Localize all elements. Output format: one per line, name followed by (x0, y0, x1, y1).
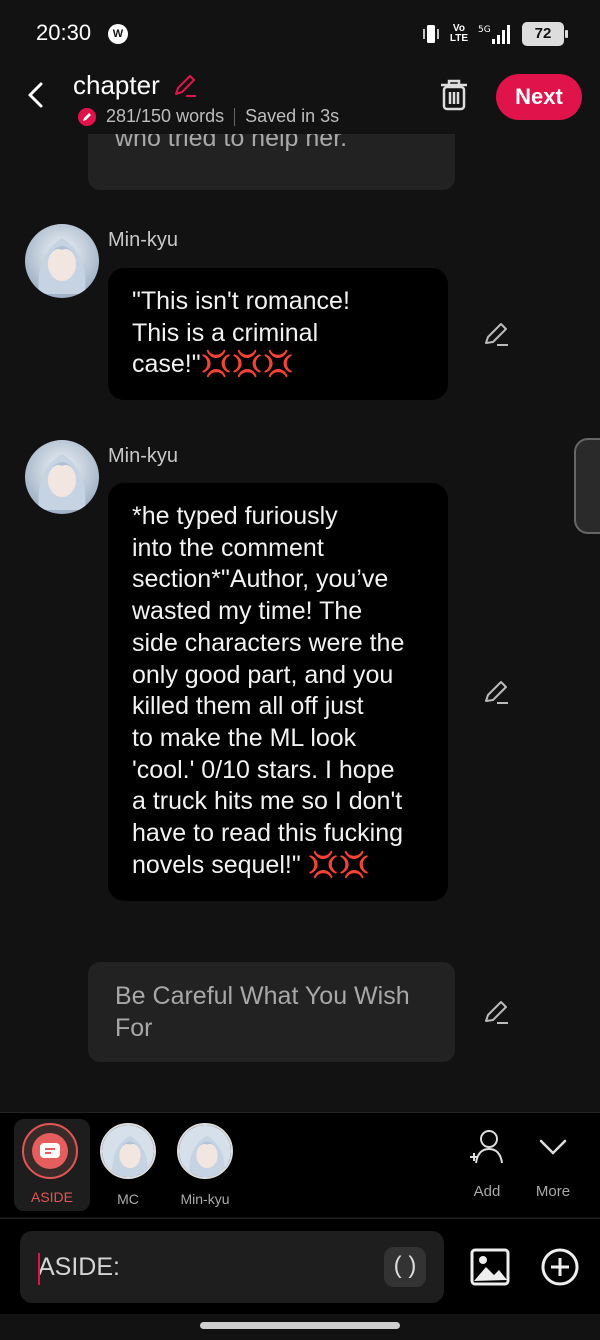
more-button[interactable]: More (521, 1125, 585, 1205)
status-bar: 20:30 W Vo LTE 5G 72 (0, 0, 600, 66)
pencil-badge-icon (78, 107, 96, 126)
character-chip-mc[interactable]: MC (90, 1121, 166, 1213)
dialogue-line: section*"Author, you’ve (132, 565, 389, 594)
character-name: Min-kyu (108, 229, 179, 251)
edit-message-icon[interactable] (483, 998, 511, 1026)
dialogue-line: *he typed furiously (132, 502, 338, 530)
character-chip-min-kyu[interactable]: Min-kyu (167, 1121, 243, 1213)
dialogue-bubble[interactable]: "This isn't romance! This is a criminal … (108, 268, 448, 400)
dialogue-line: "This isn't romance! (132, 287, 350, 315)
aside-selector[interactable]: ASIDE (14, 1119, 90, 1211)
chapter-title[interactable]: chapter (73, 70, 160, 101)
composer: ASIDE: ( ) (0, 1218, 600, 1315)
volte-icon: Vo LTE (449, 23, 468, 44)
dialogue-line: case!"💢💢💢 (132, 350, 295, 379)
dialogue-line: have to read this fucking (132, 819, 403, 848)
chapter-content: who tried to help her. Min-kyu "This isn… (0, 134, 600, 1110)
avatar (100, 1123, 156, 1179)
dialogue-line: a truck hits me so I don't (132, 787, 403, 816)
dialogue-line: to make the ML look (132, 723, 357, 752)
add-circle-icon[interactable] (540, 1247, 580, 1287)
character-selector: ASIDE MC Min-kyu Add More (0, 1112, 600, 1217)
input-prefix: ASIDE: (38, 1253, 120, 1281)
aside-message[interactable]: Be Careful What You Wish For (88, 962, 455, 1062)
dialogue-line: 'cool.' 0/10 stars. I hope (132, 755, 395, 784)
message-input[interactable]: ASIDE: ( ) (20, 1231, 444, 1303)
aside-message[interactable]: who tried to help her. (88, 134, 455, 190)
dialogue-line: wasted my time! The (132, 597, 363, 626)
clock: 20:30 (36, 20, 92, 45)
word-count: 281/150 words (106, 106, 225, 126)
image-icon[interactable] (470, 1247, 510, 1287)
dialogue-bubble[interactable]: *he typed furiously into the comment sec… (108, 483, 448, 901)
avatar[interactable] (25, 224, 99, 298)
character-name: Min-kyu (108, 445, 179, 467)
editor-header: chapter 281/150 words Saved in 3s Next (0, 66, 600, 134)
battery-icon: 72 (522, 22, 568, 46)
dialogue-line: novels sequel!" 💢💢 (132, 850, 370, 879)
aside-text: who tried to help her. (115, 134, 348, 152)
edit-title-icon[interactable] (172, 72, 198, 98)
dialogue-line: killed them all off just (132, 692, 364, 721)
save-status: Saved in 3s (245, 106, 340, 126)
divider (234, 107, 236, 126)
gesture-bar (0, 1314, 600, 1340)
dialogue-line: side characters were the (132, 628, 405, 657)
signal-5g-icon: 5G (478, 25, 510, 44)
dialogue-line: This is a criminal (132, 318, 319, 347)
vibrate-icon (423, 25, 439, 43)
avatar[interactable] (25, 440, 99, 514)
parenthesis-button[interactable]: ( ) (384, 1247, 426, 1287)
more-label: More (535, 1183, 571, 1200)
back-arrow-icon[interactable] (22, 80, 52, 110)
avatar (177, 1123, 233, 1179)
aside-selector-label: ASIDE (30, 1189, 73, 1205)
add-label: Add (473, 1183, 501, 1200)
aside-avatar (22, 1123, 78, 1179)
aside-text: Be Careful What You Wish For (115, 982, 410, 1042)
text-caret (38, 1253, 40, 1285)
dialogue-line: into the comment (132, 533, 324, 562)
character-chip-label: Min-kyu (180, 1191, 230, 1207)
edit-message-icon[interactable] (483, 678, 511, 706)
home-indicator[interactable] (200, 1322, 400, 1329)
svg-text:5G: 5G (478, 25, 491, 35)
edit-message-icon[interactable] (483, 320, 511, 348)
chat-bubble-icon (32, 1133, 68, 1169)
chapter-meta: 281/150 words Saved in 3s (78, 106, 339, 127)
floating-side-handle[interactable] (574, 438, 600, 534)
chevron-down-icon (539, 1139, 567, 1155)
add-character-button[interactable]: Add (455, 1125, 519, 1205)
app-notification-icon: W (108, 24, 128, 44)
add-person-icon (470, 1130, 503, 1164)
system-icons: Vo LTE 5G 72 (422, 22, 568, 46)
trash-icon[interactable] (438, 78, 470, 112)
dialogue-line: only good part, and you (132, 660, 394, 689)
next-button[interactable]: Next (496, 74, 582, 120)
